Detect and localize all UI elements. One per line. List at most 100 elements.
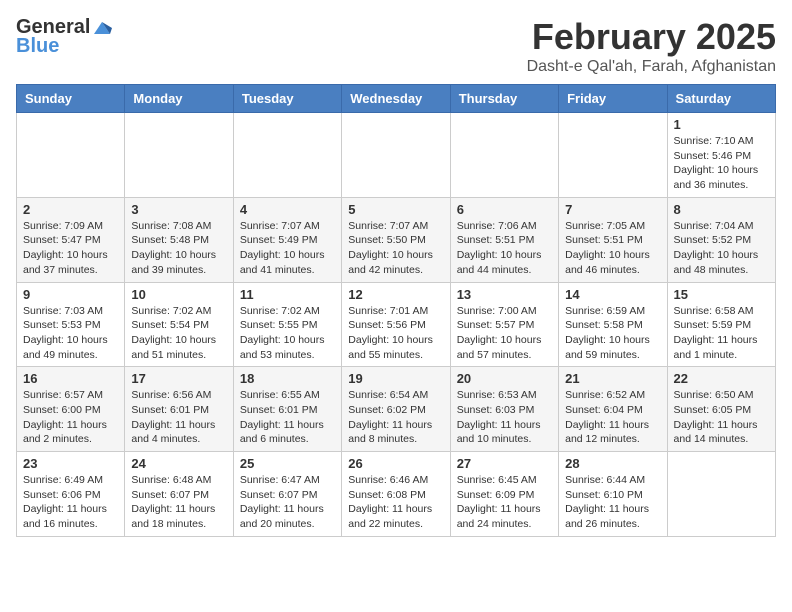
calendar-table: SundayMondayTuesdayWednesdayThursdayFrid… [16,84,776,537]
day-number: 2 [23,202,118,217]
calendar-cell: 4 Sunrise: 7:07 AM Sunset: 5:49 PM Daylig… [233,197,341,282]
day-number: 20 [457,371,552,386]
day-number: 14 [565,287,660,302]
day-number: 18 [240,371,335,386]
calendar-cell: 2 Sunrise: 7:09 AM Sunset: 5:47 PM Daylig… [17,197,125,282]
calendar-cell: 25Sunrise: 6:47 AM Sunset: 6:07 PM Dayli… [233,452,341,537]
calendar-header-row: SundayMondayTuesdayWednesdayThursdayFrid… [17,85,776,113]
day-number: 11 [240,287,335,302]
logo-icon [92,18,112,38]
day-number: 7 [565,202,660,217]
calendar-cell: 11Sunrise: 7:02 AM Sunset: 5:55 PM Dayli… [233,282,341,367]
day-info: Sunrise: 7:10 AM Sunset: 5:46 PM Dayligh… [674,134,769,193]
calendar-cell: 3 Sunrise: 7:08 AM Sunset: 5:48 PM Daylig… [125,197,233,282]
day-info: Sunrise: 7:09 AM Sunset: 5:47 PM Dayligh… [23,219,118,278]
calendar-cell: 26 Sunrise: 6:46 AM Sunset: 6:08 PM Dayli… [342,452,450,537]
calendar-cell: 9 Sunrise: 7:03 AM Sunset: 5:53 PM Daylig… [17,282,125,367]
calendar-header-sunday: Sunday [17,85,125,113]
day-number: 26 [348,456,443,471]
day-info: Sunrise: 6:46 AM Sunset: 6:08 PM Dayligh… [348,473,443,532]
page-header: General Blue February 2025 Dasht-e Qal'a… [16,16,776,76]
day-info: Sunrise: 7:08 AM Sunset: 5:48 PM Dayligh… [131,219,226,278]
day-info: Sunrise: 7:07 AM Sunset: 5:50 PM Dayligh… [348,219,443,278]
day-info: Sunrise: 6:49 AM Sunset: 6:06 PM Dayligh… [23,473,118,532]
day-number: 28 [565,456,660,471]
calendar-cell [125,113,233,198]
day-number: 12 [348,287,443,302]
day-info: Sunrise: 6:50 AM Sunset: 6:05 PM Dayligh… [674,388,769,447]
calendar-cell: 10 Sunrise: 7:02 AM Sunset: 5:54 PM Dayli… [125,282,233,367]
day-number: 10 [131,287,226,302]
calendar-cell: 14 Sunrise: 6:59 AM Sunset: 5:58 PM Dayli… [559,282,667,367]
day-info: Sunrise: 6:48 AM Sunset: 6:07 PM Dayligh… [131,473,226,532]
calendar-week-row: 2 Sunrise: 7:09 AM Sunset: 5:47 PM Daylig… [17,197,776,282]
day-number: 8 [674,202,769,217]
calendar-header-thursday: Thursday [450,85,558,113]
calendar-week-row: 1Sunrise: 7:10 AM Sunset: 5:46 PM Daylig… [17,113,776,198]
day-info: Sunrise: 6:58 AM Sunset: 5:59 PM Dayligh… [674,304,769,363]
logo: General Blue [16,16,112,58]
day-info: Sunrise: 7:02 AM Sunset: 5:54 PM Dayligh… [131,304,226,363]
day-info: Sunrise: 6:59 AM Sunset: 5:58 PM Dayligh… [565,304,660,363]
calendar-cell: 8 Sunrise: 7:04 AM Sunset: 5:52 PM Daylig… [667,197,775,282]
calendar-cell: 16 Sunrise: 6:57 AM Sunset: 6:00 PM Dayli… [17,367,125,452]
day-number: 19 [348,371,443,386]
day-info: Sunrise: 6:57 AM Sunset: 6:00 PM Dayligh… [23,388,118,447]
calendar-cell: 21 Sunrise: 6:52 AM Sunset: 6:04 PM Dayli… [559,367,667,452]
day-info: Sunrise: 6:52 AM Sunset: 6:04 PM Dayligh… [565,388,660,447]
calendar-cell: 13 Sunrise: 7:00 AM Sunset: 5:57 PM Dayli… [450,282,558,367]
calendar-cell [450,113,558,198]
day-number: 9 [23,287,118,302]
calendar-cell: 23Sunrise: 6:49 AM Sunset: 6:06 PM Dayli… [17,452,125,537]
day-info: Sunrise: 7:04 AM Sunset: 5:52 PM Dayligh… [674,219,769,278]
month-title: February 2025 [527,16,776,58]
day-number: 16 [23,371,118,386]
day-info: Sunrise: 6:55 AM Sunset: 6:01 PM Dayligh… [240,388,335,447]
day-info: Sunrise: 7:05 AM Sunset: 5:51 PM Dayligh… [565,219,660,278]
calendar-week-row: 16 Sunrise: 6:57 AM Sunset: 6:00 PM Dayli… [17,367,776,452]
calendar-cell: 20 Sunrise: 6:53 AM Sunset: 6:03 PM Dayli… [450,367,558,452]
calendar-cell: 22Sunrise: 6:50 AM Sunset: 6:05 PM Dayli… [667,367,775,452]
day-number: 13 [457,287,552,302]
day-number: 3 [131,202,226,217]
calendar-cell: 6 Sunrise: 7:06 AM Sunset: 5:51 PM Daylig… [450,197,558,282]
calendar-cell: 15 Sunrise: 6:58 AM Sunset: 5:59 PM Dayli… [667,282,775,367]
day-number: 17 [131,371,226,386]
calendar-cell [559,113,667,198]
calendar-cell: 17 Sunrise: 6:56 AM Sunset: 6:01 PM Dayli… [125,367,233,452]
calendar-cell [17,113,125,198]
day-info: Sunrise: 7:03 AM Sunset: 5:53 PM Dayligh… [23,304,118,363]
day-number: 15 [674,287,769,302]
day-number: 21 [565,371,660,386]
calendar-cell: 27Sunrise: 6:45 AM Sunset: 6:09 PM Dayli… [450,452,558,537]
calendar-cell: 12 Sunrise: 7:01 AM Sunset: 5:56 PM Dayli… [342,282,450,367]
day-info: Sunrise: 7:07 AM Sunset: 5:49 PM Dayligh… [240,219,335,278]
calendar-header-monday: Monday [125,85,233,113]
calendar-cell [667,452,775,537]
calendar-cell: 19 Sunrise: 6:54 AM Sunset: 6:02 PM Dayli… [342,367,450,452]
day-number: 27 [457,456,552,471]
day-info: Sunrise: 7:06 AM Sunset: 5:51 PM Dayligh… [457,219,552,278]
day-info: Sunrise: 6:54 AM Sunset: 6:02 PM Dayligh… [348,388,443,447]
calendar-cell: 1Sunrise: 7:10 AM Sunset: 5:46 PM Daylig… [667,113,775,198]
day-info: Sunrise: 6:53 AM Sunset: 6:03 PM Dayligh… [457,388,552,447]
day-number: 24 [131,456,226,471]
location-text: Dasht-e Qal'ah, Farah, Afghanistan [527,58,776,76]
day-number: 25 [240,456,335,471]
calendar-week-row: 23Sunrise: 6:49 AM Sunset: 6:06 PM Dayli… [17,452,776,537]
calendar-cell [342,113,450,198]
day-info: Sunrise: 6:44 AM Sunset: 6:10 PM Dayligh… [565,473,660,532]
day-info: Sunrise: 6:56 AM Sunset: 6:01 PM Dayligh… [131,388,226,447]
day-number: 4 [240,202,335,217]
calendar-cell [233,113,341,198]
day-info: Sunrise: 7:01 AM Sunset: 5:56 PM Dayligh… [348,304,443,363]
calendar-week-row: 9 Sunrise: 7:03 AM Sunset: 5:53 PM Daylig… [17,282,776,367]
title-area: February 2025 Dasht-e Qal'ah, Farah, Afg… [527,16,776,76]
day-info: Sunrise: 7:00 AM Sunset: 5:57 PM Dayligh… [457,304,552,363]
calendar-cell: 18 Sunrise: 6:55 AM Sunset: 6:01 PM Dayli… [233,367,341,452]
calendar-header-wednesday: Wednesday [342,85,450,113]
day-number: 6 [457,202,552,217]
calendar-cell: 28 Sunrise: 6:44 AM Sunset: 6:10 PM Dayli… [559,452,667,537]
calendar-header-friday: Friday [559,85,667,113]
logo-blue-text: Blue [16,35,59,58]
